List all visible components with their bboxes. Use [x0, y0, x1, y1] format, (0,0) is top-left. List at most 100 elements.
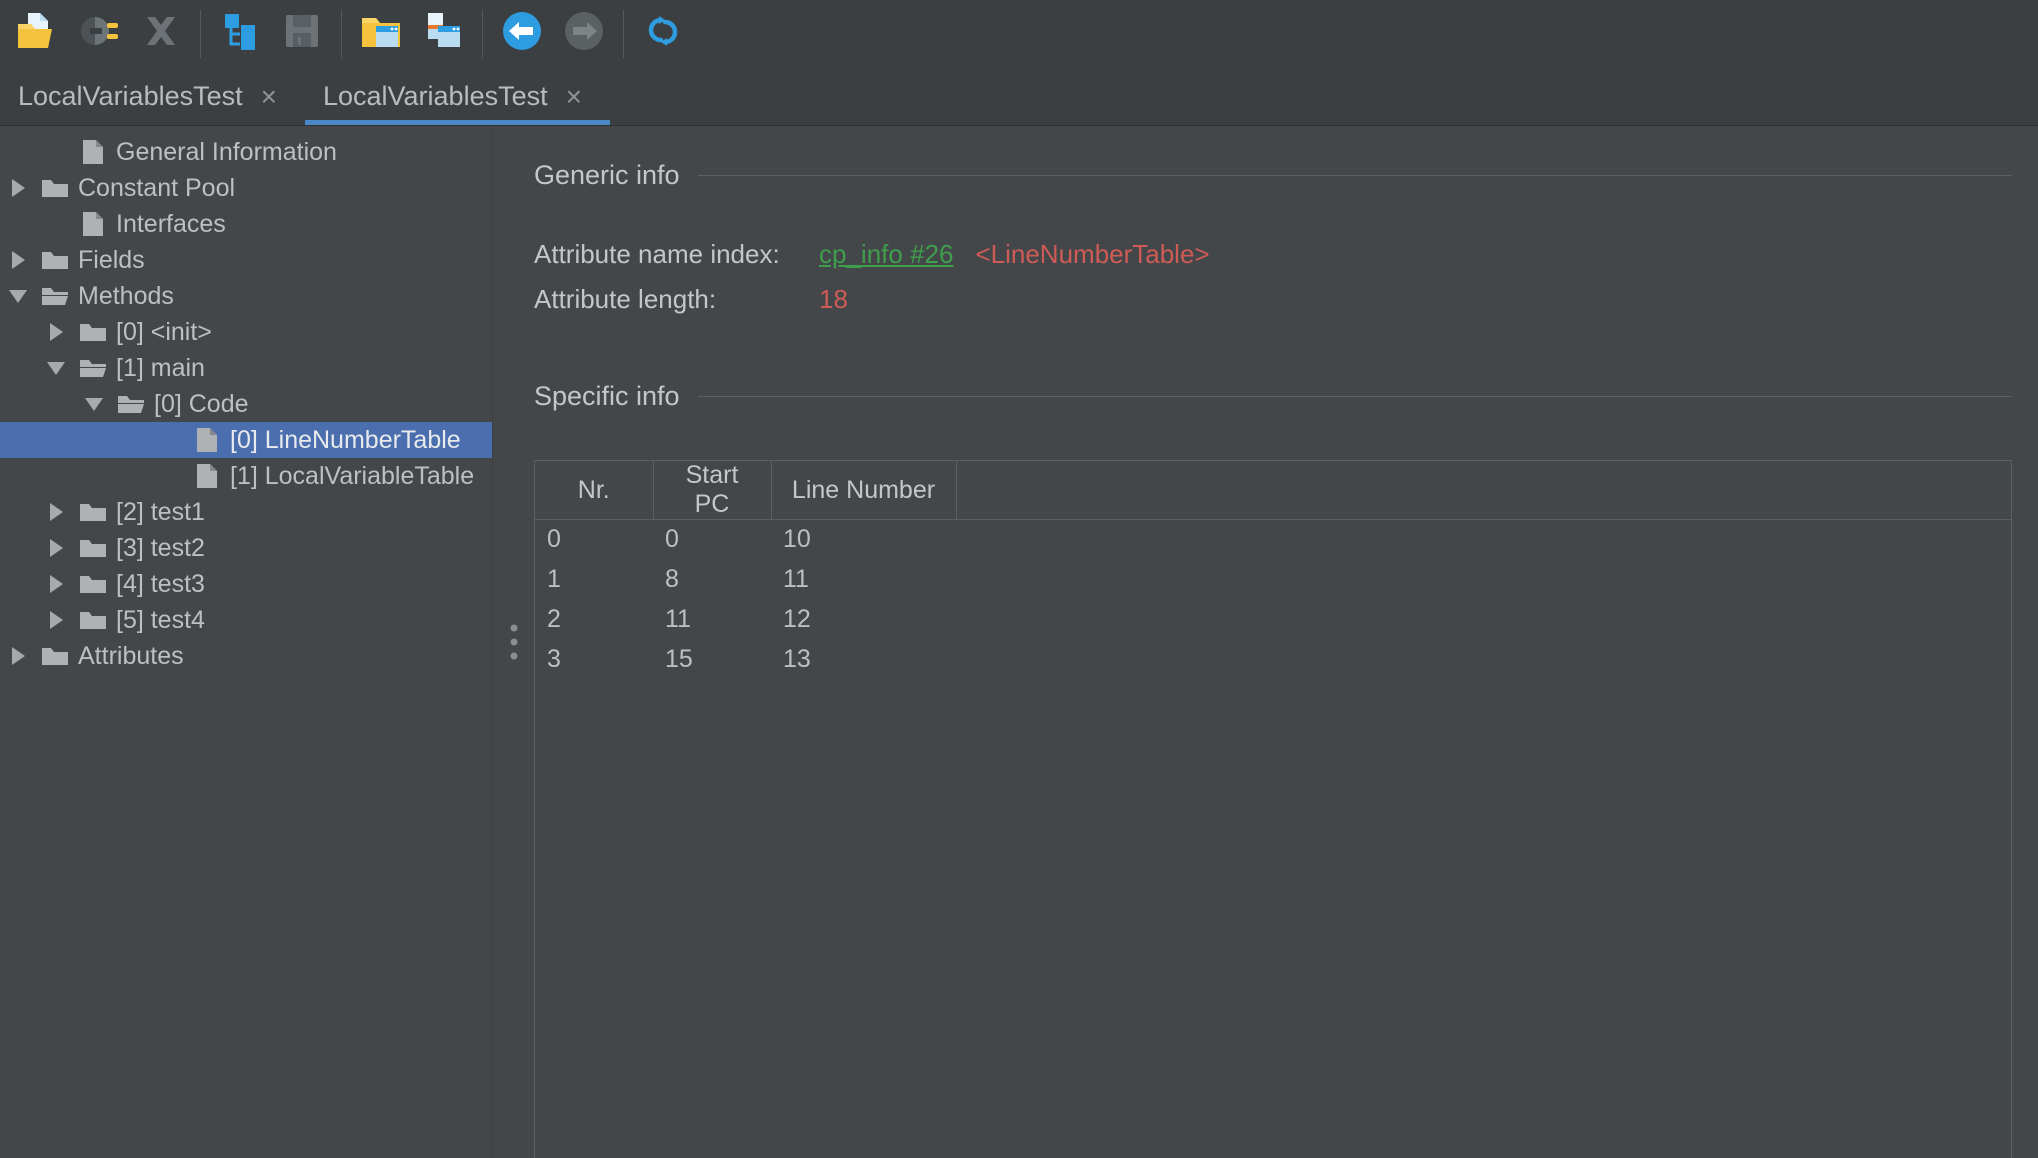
chevron-right-icon[interactable] — [38, 323, 74, 341]
folder-icon — [74, 320, 112, 344]
tree-item[interactable]: [1] main — [0, 350, 492, 386]
table-cell[interactable]: 1 — [535, 560, 653, 600]
class-structure-tree[interactable]: General Information Constant Pool Interfac… — [0, 126, 492, 1158]
tab-close-icon[interactable]: × — [261, 82, 277, 111]
folder-icon — [74, 536, 112, 560]
line-number-table[interactable]: Nr. Start PC Line Number 0 0 10 1 8 11 2 11 12 3 15 1… — [535, 461, 2011, 680]
table-head: Nr. Start PC Line Number — [535, 461, 2011, 520]
table-body[interactable]: 0 0 10 1 8 11 2 11 12 3 15 13 — [535, 520, 2011, 680]
tree-item[interactable]: [0] LineNumberTable — [0, 422, 492, 458]
reload-button[interactable] — [632, 3, 694, 65]
new-window-icon — [420, 8, 466, 59]
tree-item[interactable]: Constant Pool — [0, 170, 492, 206]
tree-item[interactable]: Methods — [0, 278, 492, 314]
attribute-name-index-row: Attribute name index: cp_info #26 <LineN… — [534, 239, 2012, 270]
attribute-name-index-label: Attribute name index: — [534, 239, 780, 269]
tab-label: LocalVariablesTest — [18, 81, 243, 111]
table-column-header[interactable] — [956, 461, 2011, 520]
table-cell[interactable]: 11 — [771, 560, 956, 600]
toolbar-separator — [200, 9, 201, 58]
tree-item[interactable]: General Information — [0, 134, 492, 170]
specific-info-title: Specific info — [534, 381, 680, 411]
table-cell[interactable]: 3 — [535, 640, 653, 680]
table-cell[interactable]: 15 — [653, 640, 771, 680]
tree-item[interactable]: [1] LocalVariableTable — [0, 458, 492, 494]
file-icon — [188, 463, 226, 489]
save-icon — [279, 8, 325, 59]
chevron-right-icon[interactable] — [0, 251, 36, 269]
tree-item-label: [1] main — [116, 353, 205, 382]
table-row[interactable]: 3 15 13 — [535, 640, 2011, 680]
table-cell[interactable]: 13 — [771, 640, 956, 680]
chevron-down-icon[interactable] — [38, 361, 74, 375]
tab-0[interactable]: LocalVariablesTest × — [0, 68, 305, 125]
tree-item-label: Fields — [78, 245, 145, 274]
tree-item-label: Constant Pool — [78, 173, 236, 202]
table-cell[interactable]: 12 — [771, 600, 956, 640]
forward-button[interactable] — [553, 3, 615, 65]
chevron-down-icon[interactable] — [76, 397, 112, 411]
tree-item[interactable]: Interfaces — [0, 206, 492, 242]
tab-close-icon[interactable]: × — [566, 82, 582, 111]
tree-item-label: [2] test1 — [116, 497, 205, 526]
tree-item[interactable]: [5] test4 — [0, 602, 492, 638]
new-window-button[interactable] — [412, 3, 474, 65]
tree-item[interactable]: [2] test1 — [0, 494, 492, 530]
tree-item-label: [4] test3 — [116, 569, 205, 598]
expand-tree-button[interactable] — [209, 3, 271, 65]
tree-item[interactable]: Attributes — [0, 638, 492, 674]
chevron-right-icon[interactable] — [38, 611, 74, 629]
table-cell[interactable]: 8 — [653, 560, 771, 600]
table-cell[interactable]: 11 — [653, 600, 771, 640]
table-cell[interactable]: 10 — [771, 520, 956, 560]
chevron-right-icon[interactable] — [38, 575, 74, 593]
table-column-header[interactable]: Nr. — [535, 461, 654, 520]
table-row[interactable]: 2 11 12 — [535, 600, 2011, 640]
open-class-file-button[interactable] — [6, 3, 68, 65]
toolbar-separator — [341, 9, 342, 58]
tab-label: LocalVariablesTest — [322, 81, 548, 111]
tree-item[interactable]: [0] Code — [0, 386, 492, 422]
folder-icon — [74, 572, 112, 596]
toolbar-separator — [623, 9, 624, 58]
table-column-header[interactable]: Line Number — [771, 461, 957, 520]
toolbar-separator — [482, 9, 483, 58]
folder-icon — [74, 500, 112, 524]
table-cell-filler — [956, 520, 2011, 560]
open-window-button[interactable] — [350, 3, 412, 65]
table-cell[interactable]: 0 — [535, 520, 653, 560]
table-column-header[interactable]: Start PC — [653, 461, 772, 520]
chevron-right-icon[interactable] — [38, 539, 74, 557]
close-button[interactable] — [130, 3, 192, 65]
chevron-right-icon[interactable] — [38, 503, 74, 521]
tree-item-label: [1] LocalVariableTable — [230, 461, 475, 490]
detail-pane: Generic info Attribute name index: cp_in… — [534, 126, 2038, 1158]
table-row[interactable]: 0 0 10 — [535, 520, 2011, 560]
attribute-name-index-value: <LineNumberTable> — [975, 239, 1210, 269]
specific-info-section-header: Specific info — [534, 381, 2012, 412]
tree-item[interactable]: [3] test2 — [0, 530, 492, 566]
save-button[interactable] — [271, 3, 333, 65]
cp-info-link[interactable]: cp_info #26 — [819, 239, 953, 270]
table-cell[interactable]: 0 — [653, 520, 771, 560]
expand-tree-icon — [217, 8, 263, 59]
chevron-down-icon[interactable] — [0, 289, 36, 303]
tree-item[interactable]: Fields — [0, 242, 492, 278]
folder-icon — [74, 608, 112, 632]
tree-item-label: Attributes — [78, 641, 184, 670]
tree-item-label: Methods — [78, 281, 174, 310]
tree-item[interactable]: [4] test3 — [0, 566, 492, 602]
splitter-grip-icon[interactable] — [510, 624, 517, 660]
pane-splitter[interactable] — [492, 126, 534, 1158]
line-number-table-wrapper[interactable]: Nr. Start PC Line Number 0 0 10 1 8 11 2 11 12 3 15 1… — [534, 460, 2012, 1158]
table-row[interactable]: 1 8 11 — [535, 560, 2011, 600]
folder-open-icon — [112, 392, 150, 416]
back-button[interactable] — [491, 3, 553, 65]
chevron-right-icon[interactable] — [0, 179, 36, 197]
chevron-right-icon[interactable] — [0, 647, 36, 665]
tree-item[interactable]: [0] <init> — [0, 314, 492, 350]
tab-1[interactable]: LocalVariablesTest × — [304, 68, 610, 125]
table-cell[interactable]: 2 — [535, 600, 653, 640]
browse-classpath-button[interactable] — [68, 3, 130, 65]
